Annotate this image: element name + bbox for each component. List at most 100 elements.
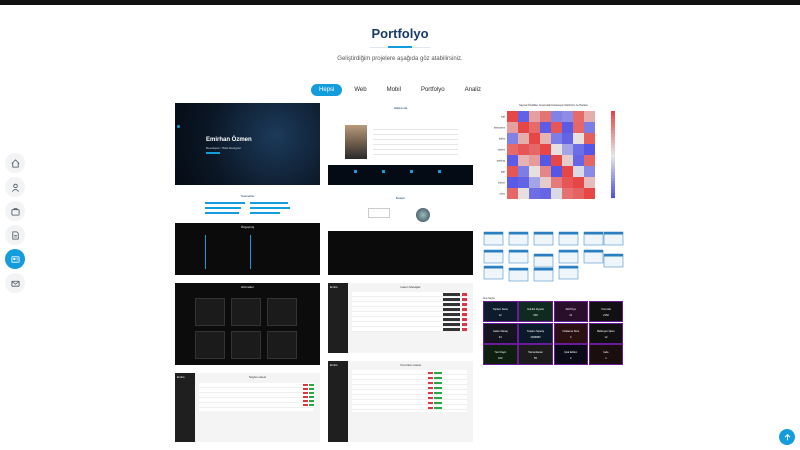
heatmap-cell: [540, 144, 551, 155]
heatmap-colorbar-segment: [611, 122, 615, 126]
services-title: Hizmetler: [241, 285, 254, 289]
heatmap-cell: [507, 122, 518, 133]
heatmap-colorbar-segment: [611, 166, 615, 170]
admin-brand: Emirs: [177, 375, 185, 379]
heatmap-cell: [540, 111, 551, 122]
arrow-up-icon: [784, 433, 790, 440]
heatmap-colorbar-segment: [611, 160, 615, 164]
heatmap-cell: [573, 111, 584, 122]
diagram-table-header: [559, 232, 578, 235]
dashboard-cell-label: Günlük Ziyaret: [527, 308, 544, 311]
nav-contact[interactable]: [5, 273, 25, 293]
heatmap-cell: [540, 155, 551, 166]
heatmap-cell: [573, 188, 584, 199]
heatmap-cell: [584, 188, 595, 199]
heatmap-cell: [540, 177, 551, 188]
heatmap-cell: [573, 177, 584, 188]
heatmap-colorbar-segment: [611, 113, 615, 117]
heatmap-cell: [518, 133, 529, 144]
hero-name: Emirhan Özmen: [206, 137, 252, 143]
heatmap-cell: [518, 177, 529, 188]
heatmap-cell: [573, 133, 584, 144]
stats-title: Ana Sayfa: [483, 297, 495, 300]
dashboard-cell-value: 1: [605, 357, 607, 360]
heatmap-colorbar-segment: [611, 154, 615, 158]
diagram-table-header: [584, 250, 603, 253]
filter-mobile[interactable]: Mobil: [379, 84, 409, 96]
title-underline: [388, 46, 412, 48]
diagram-table-header: [584, 232, 603, 235]
heatmap-colorbar-segment: [611, 125, 615, 129]
dashboard-cell: Yeni Kayıt 100: [483, 344, 518, 365]
portfolio-item-contact[interactable]: İletişim: [328, 193, 473, 275]
dashboard-cell-label: Ortalama Süre: [562, 329, 580, 333]
heatmap-cell: [584, 177, 595, 188]
portfolio-item-heatmap[interactable]: Sayısal Özellikler Arasındaki Korelasyon…: [481, 103, 626, 220]
heatmap-cell: [562, 122, 573, 133]
portfolio-item-services[interactable]: Hizmetler: [175, 283, 320, 365]
portfolio-item-skills[interactable]: Yetenekler Özgeçmiş: [175, 193, 320, 275]
heatmap-cell: [584, 144, 595, 155]
heatmap-cell: [518, 144, 529, 155]
heatmap-cell: [562, 166, 573, 177]
dashboard-cell-label: Toplam Satış: [492, 308, 508, 311]
filter-web[interactable]: Web: [346, 84, 374, 96]
filter-portfolio[interactable]: Portfolyo: [413, 84, 453, 96]
heatmap-colorbar-segment: [611, 195, 615, 199]
portfolio-icon: [10, 255, 20, 263]
portfolio-item-hero[interactable]: Emirhan Özmen Developer / Web Designer: [175, 103, 320, 185]
heatmap-cell: [551, 155, 562, 166]
heatmap-row-label: sqft: [501, 116, 505, 119]
heatmap-cell: [551, 188, 562, 199]
dashboard-cell-value: 100: [498, 357, 503, 360]
dashboard-cell-value: 55: [534, 357, 537, 360]
heatmap-cell: [551, 111, 562, 122]
resume-title: Özgeçmiş: [240, 225, 255, 229]
portfolio-item-about[interactable]: Hakkımda: [328, 103, 473, 185]
heatmap-colorbar-segment: [611, 137, 615, 141]
nav-home[interactable]: [5, 153, 25, 173]
portfolio-item-admin-messages[interactable]: Emirs Gelen Mesajlar: [328, 283, 473, 353]
nav-portfolio[interactable]: [5, 249, 25, 269]
heatmap-cell: [584, 133, 595, 144]
heatmap-row-label: bedrooms: [494, 127, 506, 130]
heatmap-cell: [518, 166, 529, 177]
nav-resume[interactable]: [5, 201, 25, 221]
dashboard-cell: Toplam Satış 12: [483, 301, 518, 322]
section-subtitle: Geliştirdiğim projelere aşağıda göz atab…: [337, 56, 463, 62]
admin-brand-2: Emirs: [330, 285, 338, 289]
heatmap-colorbar-segment: [611, 189, 615, 193]
skills-panel: Yetenekler: [175, 193, 320, 223]
section-title: Portfolyo: [371, 26, 429, 41]
heatmap-colorbar-segment: [611, 186, 615, 190]
portfolio-item-admin-pages[interactable]: Emirs Sayfa Listesi: [175, 373, 320, 442]
back-to-top-button[interactable]: [779, 429, 795, 445]
heatmap-cell: [529, 177, 540, 188]
heatmap-colorbar-segment: [611, 163, 615, 167]
portfolio-item-diagram[interactable]: [481, 228, 626, 283]
briefcase-icon: [10, 207, 20, 216]
heatmap-cell: [573, 122, 584, 133]
heatmap-cell: [529, 166, 540, 177]
nav-documents[interactable]: [5, 225, 25, 245]
contact-title: İletişim: [395, 196, 406, 200]
filter-all[interactable]: Hepsi: [311, 84, 343, 96]
heatmap-cell: [518, 155, 529, 166]
about-stats: [328, 165, 473, 185]
dashboard-cell-value: 648: [533, 314, 538, 317]
pages-title: Sayfa Listesi: [248, 375, 266, 379]
diagram-table-header: [559, 250, 578, 253]
heatmap-cell: [584, 111, 595, 122]
dashboard-cell-value: 3: [570, 357, 572, 360]
dashboard-cell-value: 24: [498, 335, 502, 339]
heatmap-cell: [529, 133, 540, 144]
heatmap-cell: [551, 166, 562, 177]
nav-about[interactable]: [5, 177, 25, 197]
portfolio-item-dashboard[interactable]: Ana Sayfa Toplam Satış 12 Günlük Ziyaret 64…: [481, 296, 626, 367]
dashboard-cell: Gelen Mesaj 24: [483, 322, 518, 344]
dashboard-cell: Ortalama Süre 4: [553, 322, 588, 344]
heatmap-cell: [562, 155, 573, 166]
about-photo: [345, 125, 367, 159]
portfolio-item-admin-tests[interactable]: Emirs Yorumlar Listesi: [328, 361, 473, 442]
filter-analysis[interactable]: Analiz: [457, 84, 489, 96]
